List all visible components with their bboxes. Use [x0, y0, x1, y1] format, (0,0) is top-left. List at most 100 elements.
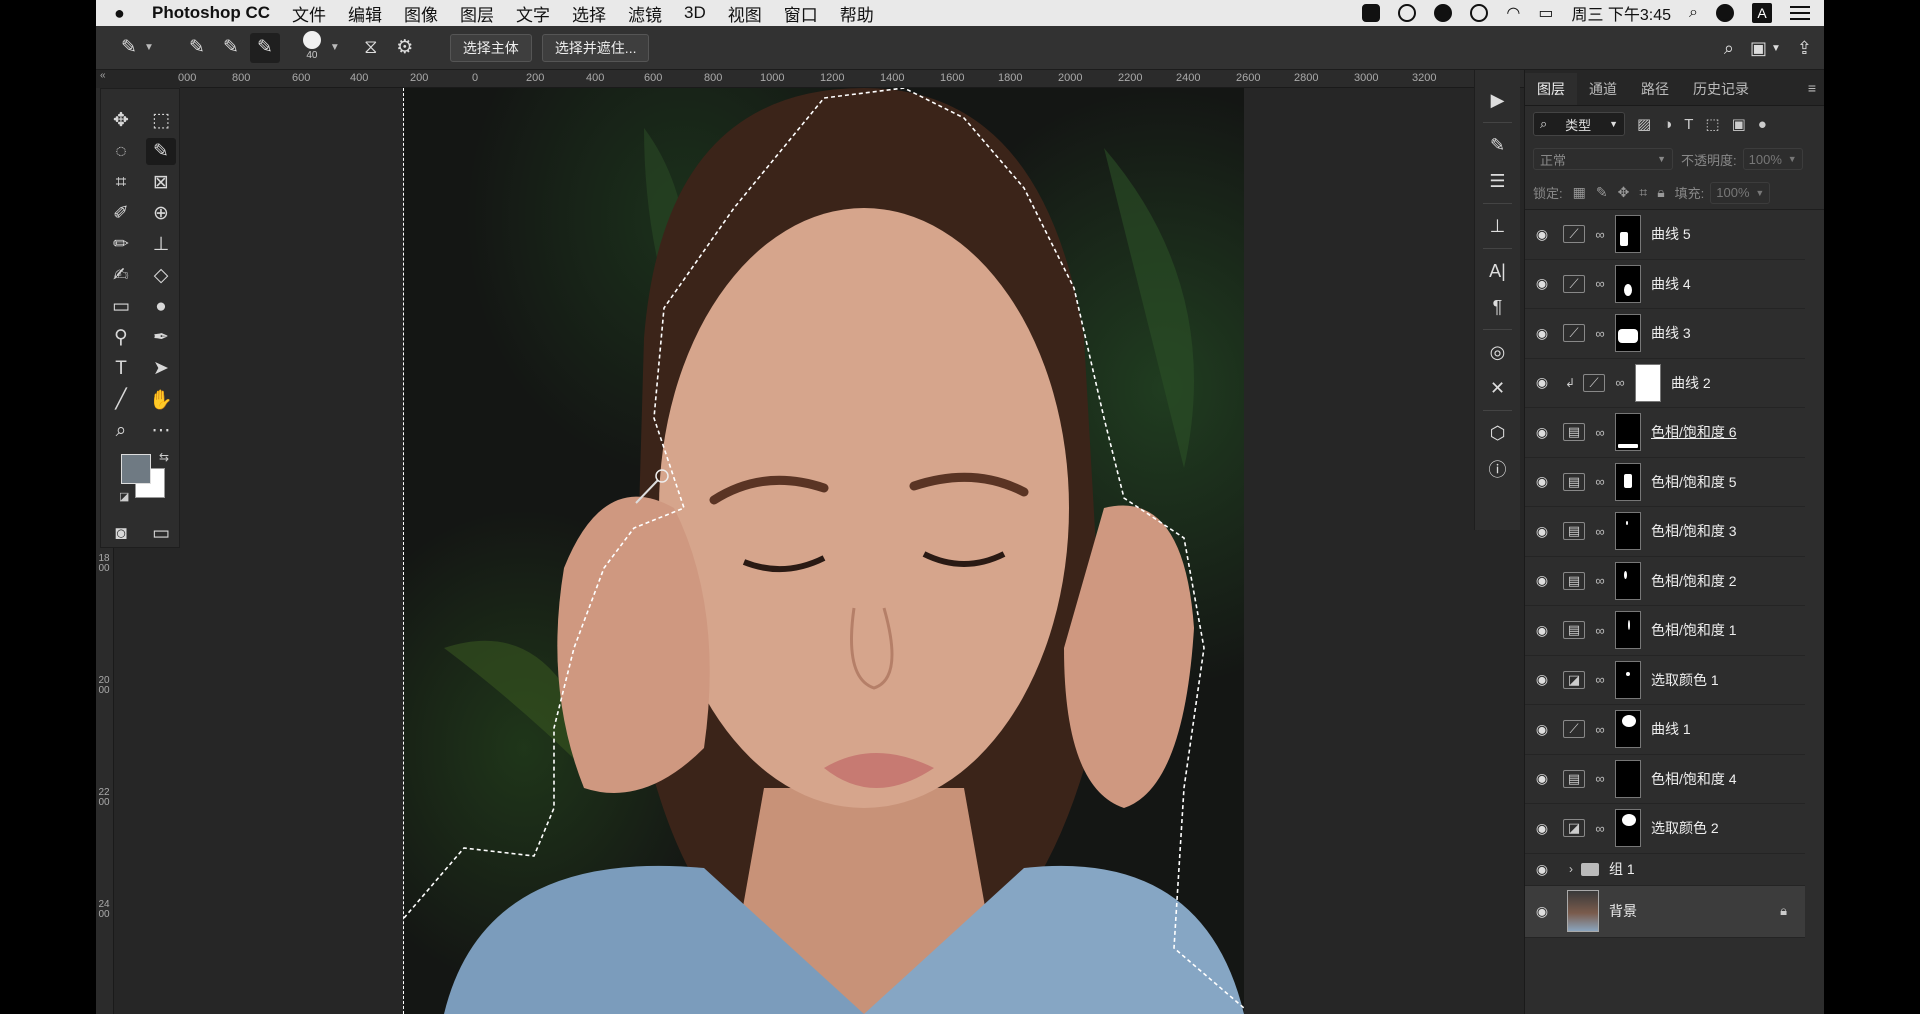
layer-row[interactable]: ◉ ▤ ∞ 色相/饱和度 2 — [1525, 557, 1805, 606]
type-tool-icon[interactable]: T — [101, 353, 141, 384]
mask-link-icon[interactable]: ∞ — [1593, 227, 1607, 242]
layer-mask-thumbnail[interactable] — [1615, 561, 1641, 600]
workspace-chevron-icon[interactable]: ▼ — [1771, 43, 1781, 54]
history-brush-tool-icon[interactable]: ✍ — [101, 260, 141, 291]
visibility-eye-icon[interactable]: ◉ — [1525, 770, 1559, 787]
mask-link-icon[interactable]: ∞ — [1613, 375, 1627, 390]
foreground-color-swatch[interactable] — [121, 454, 151, 484]
layer-mask-thumbnail[interactable] — [1615, 215, 1641, 254]
layer-group-row[interactable]: ◉ › 组 1 — [1525, 854, 1805, 886]
layer-mask-thumbnail[interactable] — [1615, 264, 1641, 303]
eraser-tool-icon[interactable]: ◇ — [141, 260, 181, 291]
sample-all-layers-icon[interactable]: ⧖ — [356, 33, 386, 63]
collapse-left-icon[interactable]: « — [100, 70, 106, 81]
mask-link-icon[interactable]: ∞ — [1593, 276, 1607, 291]
blur-tool-icon[interactable]: ● — [141, 291, 181, 322]
filter-shape-icon[interactable]: ⬚ — [1705, 115, 1719, 133]
battery-icon[interactable]: ▭ — [1538, 3, 1553, 23]
tab-history[interactable]: 历史记录 — [1681, 73, 1761, 105]
opacity-input[interactable]: 100% ▼ — [1742, 148, 1803, 170]
wechat-icon[interactable] — [1470, 4, 1489, 22]
layer-mask-thumbnail[interactable] — [1615, 660, 1641, 699]
menu-type[interactable]: 文字 — [516, 1, 550, 26]
layer-mask-thumbnail[interactable] — [1615, 710, 1641, 749]
record-icon[interactable] — [1362, 4, 1381, 22]
layer-mask-thumbnail[interactable] — [1615, 462, 1641, 501]
mask-link-icon[interactable]: ∞ — [1593, 771, 1607, 786]
layer-filter-select[interactable]: ⌕ 类型 ▼ — [1533, 112, 1625, 136]
mask-link-icon[interactable]: ∞ — [1593, 326, 1607, 341]
adjustments-icon[interactable]: ☰ — [1475, 163, 1520, 199]
chevron-down-icon[interactable]: ▼ — [144, 42, 154, 53]
filter-pixel-icon[interactable]: ▨ — [1637, 115, 1651, 133]
menu-edit[interactable]: 编辑 — [348, 1, 382, 26]
app-name[interactable]: Photoshop CC — [152, 3, 270, 23]
mask-link-icon[interactable]: ∞ — [1593, 821, 1607, 836]
menu-layer[interactable]: 图层 — [460, 1, 494, 26]
input-method-icon[interactable]: A — [1752, 3, 1772, 23]
layer-mask-thumbnail[interactable] — [1615, 611, 1641, 650]
search-icon[interactable]: ⌕ — [1724, 38, 1734, 59]
creative-cloud-icon[interactable] — [1434, 4, 1453, 22]
blend-mode-select[interactable]: 正常 ▼ — [1533, 148, 1673, 170]
healing-brush-tool-icon[interactable]: ⊕ — [141, 198, 181, 229]
clock[interactable]: 周三 下午3:45 — [1571, 1, 1671, 25]
line-tool-icon[interactable]: ╱ — [101, 384, 141, 415]
apple-icon[interactable]: ● — [114, 3, 140, 24]
lasso-tool-icon[interactable]: ◌ — [101, 136, 141, 167]
tab-channels[interactable]: 通道 — [1577, 73, 1629, 105]
cloud-sync-icon[interactable] — [1398, 4, 1417, 22]
more-tools-icon[interactable]: ⋯ — [141, 415, 181, 446]
brush-tool-icon[interactable]: ✏ — [101, 229, 141, 260]
notification-center-icon[interactable] — [1790, 6, 1810, 20]
background-layer-row[interactable]: ◉ 背景 🔒︎ — [1525, 885, 1805, 938]
select-and-mask-button[interactable]: 选择并遮住... — [541, 33, 650, 62]
mask-link-icon[interactable]: ∞ — [1593, 573, 1607, 588]
swap-colors-icon[interactable]: ⇆ — [159, 450, 169, 464]
zoom-tool-icon[interactable]: ⌕ — [101, 415, 141, 446]
mask-link-icon[interactable]: ∞ — [1593, 623, 1607, 638]
3d-icon[interactable]: ⬡ — [1475, 415, 1520, 451]
select-subject-button[interactable]: 选择主体 — [449, 33, 532, 62]
mask-link-icon[interactable]: ∞ — [1593, 722, 1607, 737]
layer-mask-thumbnail[interactable] — [1615, 314, 1641, 353]
quick-selection-tool-icon[interactable]: ✎ — [146, 138, 176, 165]
visibility-eye-icon[interactable]: ◉ — [1525, 325, 1559, 342]
new-selection-icon[interactable]: ✎ — [182, 33, 212, 63]
default-colors-icon[interactable]: ◪ — [119, 490, 129, 503]
subtract-from-selection-icon[interactable]: ✎ — [249, 32, 280, 63]
pen-tool-icon[interactable]: ✒ — [141, 322, 181, 353]
crop-tool-icon[interactable]: ⌗ — [101, 167, 141, 198]
layer-mask-thumbnail[interactable] — [1615, 809, 1641, 848]
visibility-eye-icon[interactable]: ◉ — [1525, 820, 1559, 837]
share-icon[interactable]: ⇪ — [1797, 38, 1812, 59]
layer-mask-thumbnail[interactable] — [1615, 759, 1641, 798]
layer-row[interactable]: ◉ ◪ ∞ 选取颜色 2 — [1525, 804, 1805, 854]
clone-source-icon[interactable]: ⊥ — [1475, 208, 1520, 244]
mask-link-icon[interactable]: ∞ — [1593, 425, 1607, 440]
character-icon[interactable]: A| — [1475, 253, 1520, 289]
brush-settings-icon[interactable]: ✎ — [1475, 127, 1520, 163]
fill-input[interactable]: 100% ▼ — [1710, 181, 1771, 204]
menu-help[interactable]: 帮助 — [840, 1, 874, 26]
panel-menu-icon[interactable]: ≡ — [1808, 80, 1816, 96]
visibility-eye-icon[interactable]: ◉ — [1525, 523, 1559, 540]
quick-mask-icon[interactable]: ◙ — [101, 518, 141, 549]
visibility-eye-icon[interactable]: ◉ — [1525, 903, 1559, 920]
mask-link-icon[interactable]: ∞ — [1593, 524, 1607, 539]
layer-mask-thumbnail[interactable] — [1615, 512, 1641, 551]
filter-smart-object-icon[interactable]: ▣ — [1732, 115, 1746, 133]
layer-row[interactable]: ◉ ⟋ ∞ 曲线 5 — [1525, 210, 1805, 260]
tools-preset-icon[interactable]: ✕ — [1475, 370, 1520, 406]
stamp-tool-icon[interactable]: ⊥ — [141, 229, 181, 260]
menu-select[interactable]: 选择 — [572, 1, 606, 26]
gradient-tool-icon[interactable]: ▭ — [101, 291, 141, 322]
filter-type-icon[interactable]: T — [1684, 116, 1693, 133]
visibility-eye-icon[interactable]: ◉ — [1525, 226, 1559, 243]
info-icon[interactable]: ⓘ — [1475, 451, 1520, 487]
add-to-selection-icon[interactable]: ✎ — [216, 33, 246, 63]
lock-all-icon[interactable]: 🔒︎ — [1657, 184, 1664, 201]
visibility-eye-icon[interactable]: ◉ — [1525, 473, 1559, 490]
menu-file[interactable]: 文件 — [292, 1, 326, 26]
layer-mask-thumbnail[interactable] — [1635, 363, 1661, 402]
